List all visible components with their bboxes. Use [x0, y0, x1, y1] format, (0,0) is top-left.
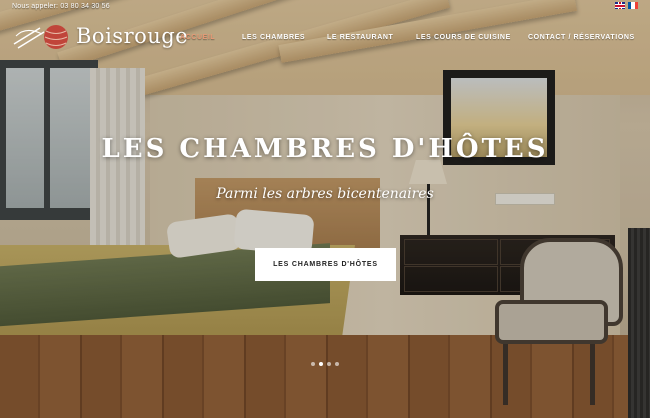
nav-item-accueil[interactable]: ACCUEIL	[180, 34, 215, 41]
slider-pagination	[311, 362, 339, 366]
phone-number[interactable]: Nous appeler: 03 80 34 30 56	[12, 3, 110, 10]
hero-background-photo	[0, 0, 650, 418]
brand-name: Boisrouge	[76, 24, 189, 48]
hero-title: LES CHAMBRES D'HÔTES	[101, 134, 549, 164]
nav-item-cours-cuisine[interactable]: LES COURS DE CUISINE	[416, 34, 511, 41]
slider-dot[interactable]	[327, 362, 331, 366]
language-switcher	[615, 2, 638, 9]
site-logo[interactable]: Boisrouge	[12, 22, 188, 52]
nav-item-contact[interactable]: CONTACT / RÉSERVATIONS	[528, 34, 635, 41]
slider-dot[interactable]	[311, 362, 315, 366]
nav-item-restaurant[interactable]: LE RESTAURANT	[327, 34, 393, 41]
slider-dot-active[interactable]	[319, 362, 323, 366]
fr-flag-icon[interactable]	[628, 2, 638, 9]
nav-item-chambres[interactable]: LES CHAMBRES	[242, 34, 305, 41]
slider-dot[interactable]	[335, 362, 339, 366]
chambres-cta-button[interactable]: LES CHAMBRES D'HÔTES	[255, 248, 396, 281]
hero-subtitle: Parmi les arbres bicentenaires	[216, 186, 434, 202]
yarn-ball-logo-icon	[13, 25, 68, 49]
image-overlay	[0, 0, 650, 418]
en-flag-icon[interactable]	[615, 2, 625, 9]
main-nav: ACCUEIL LES CHAMBRES LE RESTAURANT LES C…	[180, 34, 634, 46]
